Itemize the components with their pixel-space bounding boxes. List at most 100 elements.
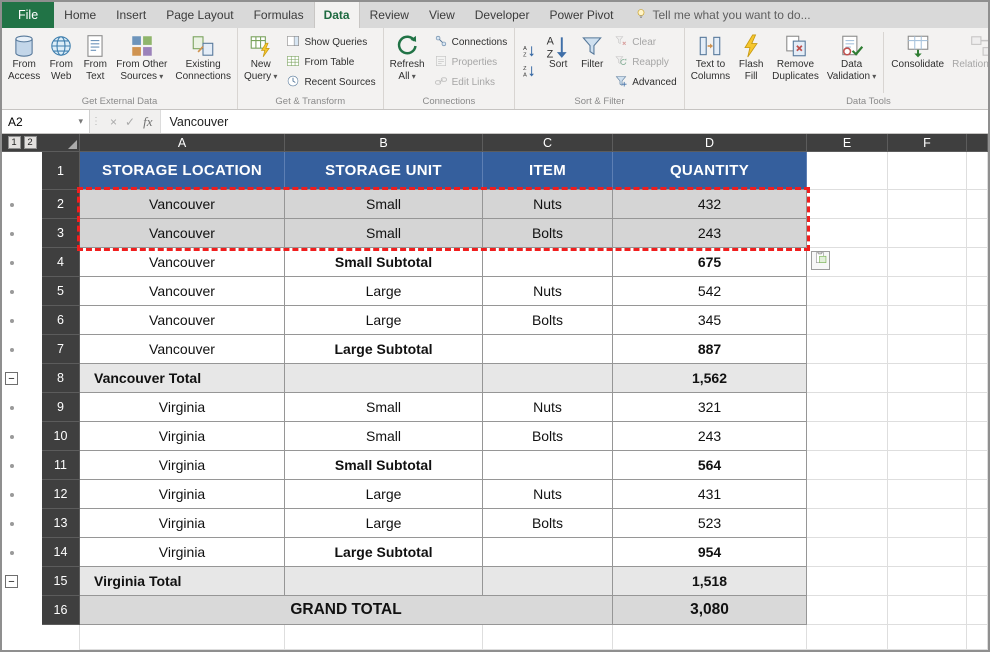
- cell-f4[interactable]: [888, 248, 967, 277]
- outline-collapse-button[interactable]: −: [5, 372, 18, 385]
- cell-b11[interactable]: Small Subtotal: [285, 451, 483, 480]
- cell-d1[interactable]: QUANTITY: [613, 152, 807, 190]
- cell-c10[interactable]: Bolts: [483, 422, 613, 451]
- name-box-dropdown-icon[interactable]: ▾: [78, 116, 83, 127]
- cell-g8[interactable]: [967, 364, 988, 393]
- row-header-15[interactable]: 15: [42, 567, 80, 596]
- cell-f12[interactable]: [888, 480, 967, 509]
- cell-g12[interactable]: [967, 480, 988, 509]
- show-queries-button[interactable]: Show Queries: [284, 34, 377, 51]
- connections-button[interactable]: Connections: [432, 34, 510, 51]
- cell-f11[interactable]: [888, 451, 967, 480]
- row-header-7[interactable]: 7: [42, 335, 80, 364]
- column-header-b[interactable]: B: [285, 134, 483, 152]
- tab-page-layout[interactable]: Page Layout: [156, 2, 243, 28]
- cell-e13[interactable]: [807, 509, 888, 538]
- cell-a-filler[interactable]: [80, 625, 285, 650]
- row-header-6[interactable]: 6: [42, 306, 80, 335]
- outline-level-1-button[interactable]: 1: [8, 136, 21, 149]
- properties-button[interactable]: Properties: [432, 54, 510, 71]
- cell-f6[interactable]: [888, 306, 967, 335]
- cell-b3[interactable]: Small: [285, 219, 483, 248]
- cell-f14[interactable]: [888, 538, 967, 567]
- cell-c3[interactable]: Bolts: [483, 219, 613, 248]
- from-other-sources-button[interactable]: From OtherSources ▾: [112, 29, 171, 96]
- reapply-button[interactable]: Reapply: [612, 54, 678, 71]
- tab-view[interactable]: View: [419, 2, 465, 28]
- cell-c1[interactable]: ITEM: [483, 152, 613, 190]
- cell-f8[interactable]: [888, 364, 967, 393]
- cell-e14[interactable]: [807, 538, 888, 567]
- cell-e16[interactable]: [807, 596, 888, 625]
- cell-c12[interactable]: Nuts: [483, 480, 613, 509]
- cell-g2[interactable]: [967, 190, 988, 219]
- cell-d9[interactable]: 321: [613, 393, 807, 422]
- cell-a16[interactable]: GRAND TOTAL: [80, 596, 613, 625]
- cell-d6[interactable]: 345: [613, 306, 807, 335]
- cell-b9[interactable]: Small: [285, 393, 483, 422]
- cell-d4[interactable]: 675: [613, 248, 807, 277]
- row-header-12[interactable]: 12: [42, 480, 80, 509]
- cell-a3[interactable]: Vancouver: [80, 219, 285, 248]
- cell-f2[interactable]: [888, 190, 967, 219]
- tab-home[interactable]: Home: [54, 2, 106, 28]
- cell-g14[interactable]: [967, 538, 988, 567]
- cell-a6[interactable]: Vancouver: [80, 306, 285, 335]
- text-to-columns-button[interactable]: Text toColumns: [687, 29, 734, 96]
- column-header-f[interactable]: F: [888, 134, 967, 152]
- new-query-button[interactable]: NewQuery ▾: [240, 29, 281, 96]
- tab-file[interactable]: File: [2, 2, 54, 28]
- cell-e2[interactable]: [807, 190, 888, 219]
- cell-e9[interactable]: [807, 393, 888, 422]
- cell-a8[interactable]: Vancouver Total: [80, 364, 285, 393]
- paste-options-button[interactable]: [811, 251, 830, 270]
- data-validation-button[interactable]: DataValidation ▾: [823, 29, 880, 96]
- row-header-14[interactable]: 14: [42, 538, 80, 567]
- cell-d13[interactable]: 523: [613, 509, 807, 538]
- remove-duplicates-button[interactable]: RemoveDuplicates: [768, 29, 823, 96]
- outline-level-2-button[interactable]: 2: [24, 136, 37, 149]
- cell-b15[interactable]: [285, 567, 483, 596]
- cell-e7[interactable]: [807, 335, 888, 364]
- tab-developer[interactable]: Developer: [465, 2, 540, 28]
- recent-sources-button[interactable]: Recent Sources: [284, 74, 377, 91]
- cell-c4[interactable]: [483, 248, 613, 277]
- cell-f-filler[interactable]: [888, 625, 967, 650]
- cell-f9[interactable]: [888, 393, 967, 422]
- cell-a4[interactable]: Vancouver: [80, 248, 285, 277]
- insert-function-button[interactable]: fx: [143, 114, 152, 130]
- tab-formulas[interactable]: Formulas: [244, 2, 314, 28]
- cell-c13[interactable]: Bolts: [483, 509, 613, 538]
- cell-d7[interactable]: 887: [613, 335, 807, 364]
- cell-g7[interactable]: [967, 335, 988, 364]
- column-header-partial[interactable]: [967, 134, 988, 152]
- cell-g11[interactable]: [967, 451, 988, 480]
- column-header-c[interactable]: C: [483, 134, 613, 152]
- tab-power-pivot[interactable]: Power Pivot: [539, 2, 623, 28]
- cell-f13[interactable]: [888, 509, 967, 538]
- cell-e1[interactable]: [807, 152, 888, 190]
- cell-f7[interactable]: [888, 335, 967, 364]
- cell-a5[interactable]: Vancouver: [80, 277, 285, 306]
- sort-z-to-a[interactable]: ZA: [520, 64, 538, 81]
- clear-button[interactable]: Clear: [612, 34, 678, 51]
- cell-b1[interactable]: STORAGE UNIT: [285, 152, 483, 190]
- cell-g9[interactable]: [967, 393, 988, 422]
- enter-icon[interactable]: ✓: [125, 115, 135, 129]
- cell-f15[interactable]: [888, 567, 967, 596]
- flash-fill-button[interactable]: FlashFill: [734, 29, 768, 96]
- column-header-d[interactable]: D: [613, 134, 807, 152]
- row-header-13[interactable]: 13: [42, 509, 80, 538]
- tab-data[interactable]: Data: [314, 2, 360, 28]
- cell-c15[interactable]: [483, 567, 613, 596]
- relationships-button[interactable]: Relationships: [948, 29, 988, 96]
- cell-d8[interactable]: 1,562: [613, 364, 807, 393]
- cell-f3[interactable]: [888, 219, 967, 248]
- cell-g5[interactable]: [967, 277, 988, 306]
- cell-c14[interactable]: [483, 538, 613, 567]
- cell-f10[interactable]: [888, 422, 967, 451]
- cell-a14[interactable]: Virginia: [80, 538, 285, 567]
- cell-g4[interactable]: [967, 248, 988, 277]
- row-header-16[interactable]: 16: [42, 596, 80, 625]
- cell-b5[interactable]: Large: [285, 277, 483, 306]
